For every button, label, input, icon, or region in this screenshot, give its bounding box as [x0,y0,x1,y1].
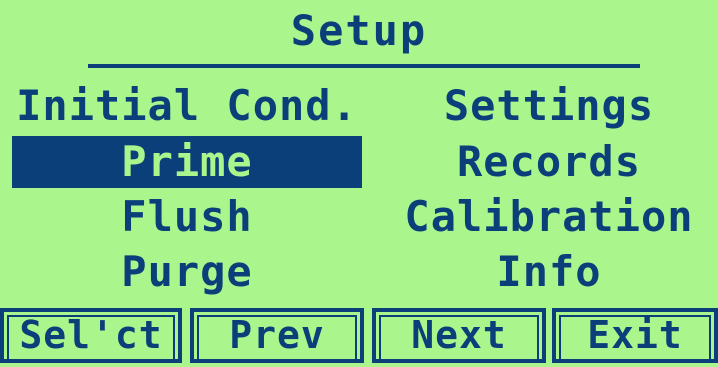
menu-item-purge[interactable]: Purge [12,246,362,298]
menu-item-initial-cond[interactable]: Initial Cond. [12,80,362,132]
softkey-bar: Sel'ct Prev Next Exit [0,308,718,367]
menu-item-records[interactable]: Records [380,136,718,188]
menu-item-settings[interactable]: Settings [380,80,718,132]
next-button[interactable]: Next [372,308,546,363]
menu-item-flush[interactable]: Flush [12,191,362,243]
prev-button[interactable]: Prev [190,308,364,363]
select-button[interactable]: Sel'ct [0,308,182,363]
menu-item-prime[interactable]: Prime [12,136,362,188]
title-underline [88,64,640,68]
lcd-screen: Setup Initial Cond. Prime Flush Purge Se… [0,0,718,367]
page-title: Setup [290,6,428,55]
exit-button[interactable]: Exit [552,308,718,363]
menu-item-info[interactable]: Info [380,246,718,298]
menu-item-calibration[interactable]: Calibration [380,191,718,243]
